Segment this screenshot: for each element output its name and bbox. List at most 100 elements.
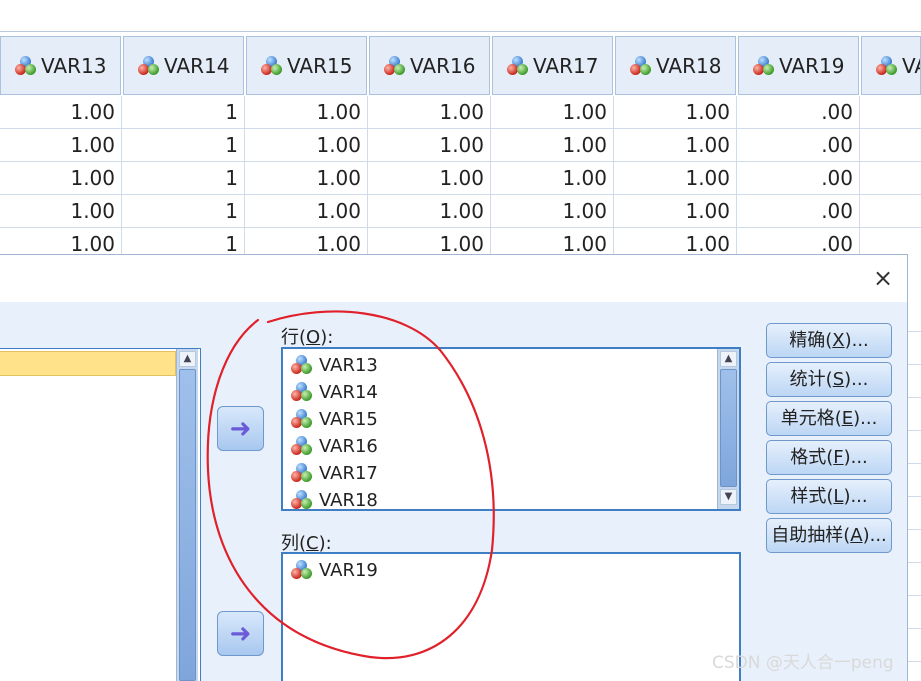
column-header-partial[interactable]: VA — [861, 36, 921, 95]
scale-variable-icon — [291, 436, 313, 456]
rows-target-list[interactable]: VAR13 VAR14 VAR15 VAR16 VAR17 VAR18 ▲ ▼ — [281, 347, 741, 511]
scale-variable-icon — [261, 55, 283, 76]
list-item[interactable]: VAR17 — [291, 460, 378, 486]
column-header-label: VAR18 — [656, 53, 722, 78]
list-item[interactable]: VAR14 — [291, 379, 378, 405]
table-cell[interactable]: 1.00 — [245, 96, 368, 129]
column-header-label: VAR14 — [164, 53, 230, 78]
scroll-up-arrow-icon[interactable]: ▲ — [179, 351, 196, 367]
scroll-up-arrow-icon[interactable]: ▲ — [720, 351, 737, 367]
table-cell[interactable]: 1.00 — [368, 195, 491, 228]
rows-list-scrollbar[interactable]: ▲ ▼ — [717, 349, 739, 509]
column-header-label: VAR13 — [41, 53, 107, 78]
column-header-label: VAR15 — [287, 53, 353, 78]
table-cell[interactable]: 1.00 — [0, 96, 122, 129]
table-cell[interactable]: 1.00 — [614, 129, 737, 162]
source-variable-list[interactable]: ▲ — [0, 348, 201, 681]
grid-edge-strip — [908, 254, 921, 681]
grid-top-line — [0, 31, 921, 32]
table-cell[interactable]: 1 — [122, 96, 245, 129]
table-cell[interactable]: 1.00 — [245, 129, 368, 162]
scale-variable-icon — [384, 55, 406, 76]
column-header-var14[interactable]: VAR14 — [123, 36, 244, 95]
table-row: 1.00 1 1.00 1.00 1.00 1.00 .00 — [0, 129, 921, 162]
table-cell[interactable]: 1 — [122, 129, 245, 162]
columns-target-list[interactable]: VAR19 — [281, 552, 741, 681]
column-header-label: VA — [902, 53, 920, 78]
table-cell[interactable]: .00 — [737, 162, 860, 195]
column-header-var18[interactable]: VAR18 — [615, 36, 736, 95]
move-to-rows-button[interactable]: ➜ — [217, 406, 264, 451]
exact-button[interactable]: 精确(X)... — [766, 323, 892, 358]
table-cell[interactable]: 1.00 — [368, 162, 491, 195]
table-row: 1.00 1 1.00 1.00 1.00 1.00 .00 — [0, 96, 921, 129]
move-arrow-icon: ➜ — [229, 413, 252, 444]
table-cell[interactable]: 1.00 — [491, 162, 614, 195]
table-cell[interactable]: 1.00 — [0, 195, 122, 228]
table-cell[interactable]: 1.00 — [614, 195, 737, 228]
scale-variable-icon — [630, 55, 652, 76]
watermark: CSDN @天人合一peng — [712, 653, 894, 673]
source-list-scrollbar[interactable]: ▲ — [176, 349, 198, 681]
table-row: 1.00 1 1.00 1.00 1.00 1.00 .00 — [0, 195, 921, 228]
scale-variable-icon — [291, 463, 313, 483]
table-cell[interactable]: .00 — [737, 96, 860, 129]
table-cell[interactable]: 1 — [122, 195, 245, 228]
table-cell-empty[interactable] — [860, 129, 921, 162]
statistics-button[interactable]: 统计(S)... — [766, 362, 892, 397]
table-cell[interactable]: 1.00 — [245, 195, 368, 228]
scale-variable-icon — [291, 490, 313, 509]
column-header-label: VAR19 — [779, 53, 845, 78]
list-item[interactable]: VAR19 — [291, 557, 378, 583]
scale-variable-icon — [15, 55, 37, 76]
scale-variable-icon — [138, 55, 160, 76]
table-cell[interactable]: 1.00 — [491, 129, 614, 162]
scale-variable-icon — [291, 560, 313, 580]
column-header-var16[interactable]: VAR16 — [369, 36, 490, 95]
table-cell[interactable]: 1.00 — [0, 162, 122, 195]
table-cell[interactable]: 1.00 — [0, 129, 122, 162]
column-header-var15[interactable]: VAR15 — [246, 36, 367, 95]
selected-variable-row[interactable] — [0, 351, 176, 376]
table-cell[interactable]: .00 — [737, 129, 860, 162]
cells-button[interactable]: 单元格(E)... — [766, 401, 892, 436]
column-header-label: VAR17 — [533, 53, 599, 78]
table-cell[interactable]: 1 — [122, 162, 245, 195]
list-item[interactable]: VAR18 — [291, 487, 378, 509]
column-header-var13[interactable]: VAR13 — [0, 36, 121, 95]
list-item[interactable]: VAR15 — [291, 406, 378, 432]
scale-variable-icon — [876, 55, 898, 76]
table-cell[interactable]: 1.00 — [368, 96, 491, 129]
table-cell-empty[interactable] — [860, 96, 921, 129]
crosstabs-dialog: × ▲ ➜ ➜ 行(O): VAR13 VAR14 VAR15 VAR16 VA… — [0, 254, 908, 681]
table-cell[interactable]: 1.00 — [368, 129, 491, 162]
table-cell[interactable]: 1.00 — [614, 96, 737, 129]
format-button[interactable]: 格式(F)... — [766, 440, 892, 475]
close-icon[interactable]: × — [868, 263, 898, 293]
scroll-thumb[interactable] — [720, 369, 737, 487]
scale-variable-icon — [291, 382, 313, 402]
dialog-titlebar: × — [0, 255, 907, 302]
column-header-var19[interactable]: VAR19 — [738, 36, 859, 95]
scroll-thumb[interactable] — [179, 369, 196, 681]
move-to-columns-button[interactable]: ➜ — [217, 611, 264, 656]
style-button[interactable]: 样式(L)... — [766, 479, 892, 514]
table-cell-empty[interactable] — [860, 195, 921, 228]
column-header-var17[interactable]: VAR17 — [492, 36, 613, 95]
table-row: 1.00 1 1.00 1.00 1.00 1.00 .00 — [0, 162, 921, 195]
table-cell[interactable]: 1.00 — [491, 96, 614, 129]
column-header-label: VAR16 — [410, 53, 476, 78]
scale-variable-icon — [753, 55, 775, 76]
table-cell[interactable]: 1.00 — [614, 162, 737, 195]
list-item[interactable]: VAR13 — [291, 352, 378, 378]
list-item[interactable]: VAR16 — [291, 433, 378, 459]
bootstrap-button[interactable]: 自助抽样(A)... — [766, 518, 892, 553]
table-cell[interactable]: .00 — [737, 195, 860, 228]
scroll-down-arrow-icon[interactable]: ▼ — [720, 489, 737, 505]
table-cell[interactable]: 1.00 — [245, 162, 368, 195]
table-cell-empty[interactable] — [860, 162, 921, 195]
table-cell[interactable]: 1.00 — [491, 195, 614, 228]
scale-variable-icon — [507, 55, 529, 76]
rows-label: 行(O): — [281, 327, 334, 348]
scale-variable-icon — [291, 409, 313, 429]
